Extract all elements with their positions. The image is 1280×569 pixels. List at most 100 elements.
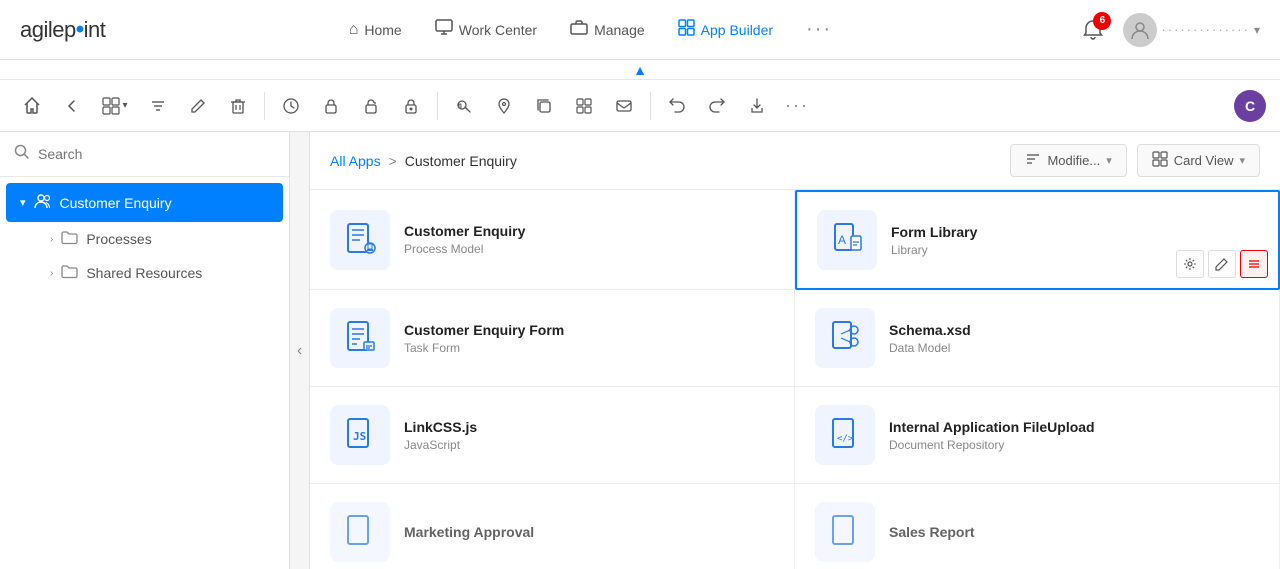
card-schema-xsd[interactable]: Schema.xsd Data Model	[795, 290, 1280, 387]
home-icon: ⌂	[349, 21, 359, 39]
collapse-panel-button[interactable]: ‹	[297, 342, 302, 360]
toolbar-delete-button[interactable]	[220, 88, 256, 124]
card-actions-form-library	[1176, 250, 1268, 278]
toolbar-lock-button[interactable]	[313, 88, 349, 124]
toolbar-back-button[interactable]	[54, 88, 90, 124]
search-input[interactable]	[38, 146, 275, 162]
collapse-button[interactable]: ▲	[633, 62, 647, 78]
user-chevron-icon: ▾	[1254, 23, 1260, 37]
card-edit-button[interactable]	[1208, 250, 1236, 278]
card-info-customer-enquiry-form: Customer Enquiry Form Task Form	[404, 322, 774, 355]
toolbar-email-button[interactable]	[606, 88, 642, 124]
toolbar-avatar[interactable]: C	[1234, 90, 1266, 122]
card-title-customer-enquiry-form: Customer Enquiry Form	[404, 322, 774, 338]
card-settings-button[interactable]	[1176, 250, 1204, 278]
toolbar-separator-1	[264, 92, 265, 120]
card-icon-customer-enquiry-form	[330, 308, 390, 368]
card-title-customer-enquiry: Customer Enquiry	[404, 223, 774, 239]
sidebar-tree: ▾ Customer Enquiry ›	[0, 177, 289, 569]
svg-text:</>: </>	[837, 434, 854, 444]
nav-workcenter-label: Work Center	[459, 22, 537, 38]
more-icon: ···	[806, 18, 832, 41]
card-subtitle-customer-enquiry-form: Task Form	[404, 341, 774, 355]
toolbar-permission-button[interactable]	[446, 88, 482, 124]
card-linkcss-js[interactable]: JS LinkCSS.js JavaScript	[310, 387, 795, 484]
user-name: ··············	[1161, 22, 1250, 37]
cards-grid: Customer Enquiry Process Model A Form Li…	[310, 190, 1280, 569]
card-more-button[interactable]	[1240, 250, 1268, 278]
user-menu[interactable]: ·············· ▾	[1123, 13, 1260, 47]
nav-manage[interactable]: Manage	[556, 13, 659, 46]
sidebar-item-customer-enquiry[interactable]: ▾ Customer Enquiry	[6, 183, 283, 222]
nav-right: 6 ·············· ▾	[1075, 12, 1260, 48]
nav-appbuilder-label: App Builder	[701, 22, 773, 38]
sort-icon	[1025, 151, 1041, 170]
toolbar-edit-button[interactable]	[180, 88, 216, 124]
card-customer-enquiry[interactable]: Customer Enquiry Process Model	[310, 190, 795, 290]
nav-home[interactable]: ⌂ Home	[335, 15, 416, 45]
main-content: ▾ Customer Enquiry ›	[0, 132, 1280, 569]
sort-label: Modifie...	[1047, 153, 1100, 168]
toolbar-more-button[interactable]: ···	[779, 88, 815, 124]
toolbar-add-button[interactable]: ▾	[94, 88, 136, 124]
toolbar-unlock-button[interactable]	[353, 88, 389, 124]
svg-text:A: A	[838, 233, 846, 247]
cardview-label: Card View	[1174, 153, 1234, 168]
toolbar-separator-3	[650, 92, 651, 120]
card-internal-app-fileupload[interactable]: </> Internal Application FileUpload Docu…	[795, 387, 1280, 484]
card-title-internal-app-fileupload: Internal Application FileUpload	[889, 419, 1259, 435]
breadcrumb-root[interactable]: All Apps	[330, 153, 381, 169]
sidebar-label-customer-enquiry: Customer Enquiry	[60, 195, 172, 211]
expand-icon-processes: ›	[50, 234, 53, 245]
view-controls: Modifie... ▾ Card View ▾	[1010, 144, 1260, 177]
collapse-panel[interactable]: ‹	[290, 132, 310, 569]
nav-manage-label: Manage	[594, 22, 645, 38]
card-sales-report[interactable]: Sales Report	[795, 484, 1280, 569]
toolbar-separator-2	[437, 92, 438, 120]
folder-icon-shared	[61, 264, 78, 282]
cardview-button[interactable]: Card View ▾	[1137, 144, 1260, 177]
card-info-internal-app-fileupload: Internal Application FileUpload Document…	[889, 419, 1259, 452]
users-icon	[34, 192, 52, 213]
card-icon-internal-app-fileupload: </>	[815, 405, 875, 465]
sidebar-item-shared-resources[interactable]: › Shared Resources	[30, 256, 289, 290]
sort-button[interactable]: Modifie... ▾	[1010, 144, 1126, 177]
toolbar-share-button[interactable]	[699, 88, 735, 124]
toolbar-home-button[interactable]	[14, 88, 50, 124]
toolbar-history-button[interactable]	[273, 88, 309, 124]
card-title-linkcss-js: LinkCSS.js	[404, 419, 774, 435]
cardview-icon	[1152, 151, 1168, 170]
nav-appbuilder[interactable]: App Builder	[664, 13, 787, 47]
toolbar-lock2-button[interactable]	[393, 88, 429, 124]
toolbar-export-button[interactable]	[739, 88, 775, 124]
notification-button[interactable]: 6	[1075, 12, 1111, 48]
card-icon-schema-xsd	[815, 308, 875, 368]
top-nav: agilep•int ⌂ Home Work Center	[0, 0, 1280, 60]
card-marketing-approval[interactable]: Marketing Approval	[310, 484, 795, 569]
card-icon-marketing-approval	[330, 502, 390, 562]
card-icon-linkcss-js: JS	[330, 405, 390, 465]
card-title-form-library: Form Library	[891, 224, 1258, 240]
expand-icon-shared: ›	[50, 268, 53, 279]
sidebar-item-processes[interactable]: › Processes	[30, 222, 289, 256]
toolbar-clone-button[interactable]	[526, 88, 562, 124]
sidebar-subtree: › Processes › Shared Resou	[0, 222, 289, 290]
toolbar-sort-button[interactable]	[140, 88, 176, 124]
card-title-sales-report: Sales Report	[889, 524, 1259, 540]
toolbar-location-button[interactable]	[486, 88, 522, 124]
toolbar-grid-button[interactable]	[566, 88, 602, 124]
card-icon-customer-enquiry	[330, 210, 390, 270]
avatar	[1123, 13, 1157, 47]
card-form-library[interactable]: A Form Library Library	[795, 190, 1280, 290]
folder-icon-processes	[61, 230, 78, 248]
nav-workcenter[interactable]: Work Center	[421, 13, 551, 46]
toolbar-undo-button[interactable]	[659, 88, 695, 124]
cardview-chevron-icon: ▾	[1239, 154, 1245, 167]
card-info-marketing-approval: Marketing Approval	[404, 524, 774, 540]
card-subtitle-linkcss-js: JavaScript	[404, 438, 774, 452]
grid-icon	[678, 19, 695, 41]
breadcrumb: All Apps > Customer Enquiry	[330, 153, 517, 169]
nav-more[interactable]: ···	[792, 12, 846, 47]
breadcrumb-separator: >	[389, 153, 397, 169]
card-customer-enquiry-form[interactable]: Customer Enquiry Form Task Form	[310, 290, 795, 387]
